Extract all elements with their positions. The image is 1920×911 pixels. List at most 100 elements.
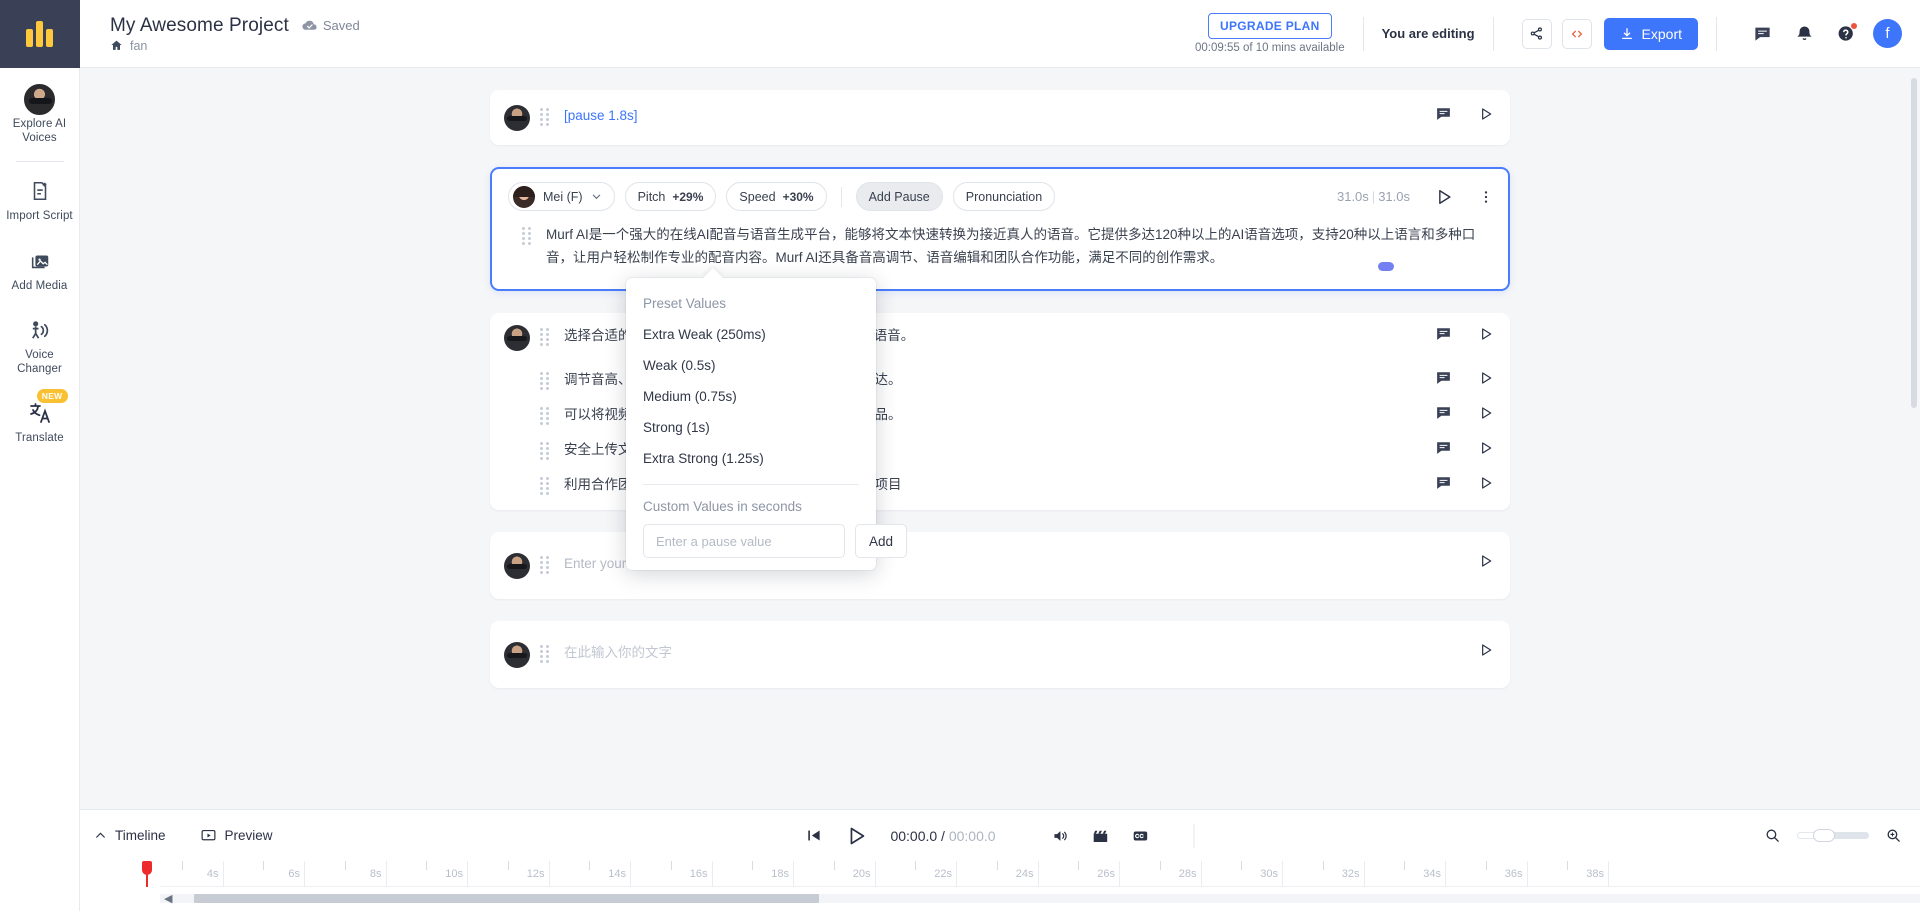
volume-icon[interactable] (1052, 827, 1070, 845)
comment-icon[interactable] (1435, 474, 1452, 491)
comment-icon[interactable] (1435, 105, 1452, 122)
ruler-tick-major (1282, 861, 1283, 887)
zoom-slider-knob[interactable] (1813, 829, 1836, 842)
playhead[interactable] (142, 861, 152, 887)
sidebar-item-label: Import Script (6, 210, 73, 222)
block-actions (1435, 439, 1494, 456)
preset-extra-strong[interactable]: Extra Strong (1.25s) (626, 443, 876, 474)
comment-icon[interactable] (1435, 404, 1452, 421)
add-pause-button[interactable]: Add Pause (855, 182, 943, 211)
preset-strong[interactable]: Strong (1s) (626, 412, 876, 443)
ruler-tick-major (548, 861, 550, 887)
pronunciation-button[interactable]: Pronunciation (952, 182, 1056, 211)
avatar[interactable] (504, 642, 530, 668)
block-text[interactable]: [pause 1.8s] (564, 104, 1425, 127)
ruler-tick-minor (1159, 861, 1161, 870)
skip-to-start-icon[interactable] (805, 827, 822, 844)
play-icon[interactable] (1478, 326, 1494, 342)
drag-handle-icon[interactable] (540, 556, 554, 574)
zoom-in-icon[interactable] (1885, 827, 1902, 844)
script-block-pause[interactable]: [pause 1.8s] (490, 90, 1510, 145)
drag-handle-icon[interactable] (540, 108, 554, 126)
preset-values-header: Preset Values (643, 296, 727, 311)
script-block-selected[interactable]: Mei (F) Pitch +29% Speed +30% Add Pause … (490, 167, 1510, 291)
drag-handle-icon[interactable] (540, 442, 554, 460)
drag-handle-icon[interactable] (540, 645, 554, 663)
block-text[interactable]: Murf AI是一个强大的在线AI配音与语音生成平台，能够将文本快速转换为接近真… (546, 223, 1492, 269)
block-body[interactable]: Murf AI是一个强大的在线AI配音与语音生成平台，能够将文本快速转换为接近真… (492, 217, 1508, 287)
add-pause-value-button[interactable]: Add (855, 524, 907, 558)
sidebar-item-import-script[interactable]: Import Script (0, 164, 80, 234)
ruler-tick-minor (833, 861, 835, 870)
play-icon[interactable] (1478, 553, 1494, 569)
sidebar-item-explore-ai-voices[interactable]: Explore AI Voices (0, 68, 80, 155)
embed-code-button[interactable] (1561, 18, 1592, 49)
timeline-ruler[interactable]: 4s 6s 8s 10s 12s 14s 16s 18s 20s 22s 24s 26s 28s 30s 3… (80, 861, 1920, 911)
download-icon (1620, 27, 1634, 41)
preview-button[interactable]: Preview (200, 827, 273, 844)
more-vertical-icon[interactable] (1478, 189, 1494, 205)
horizontal-scrollbar[interactable] (160, 894, 1920, 903)
app-logo[interactable] (0, 0, 80, 68)
notifications-button[interactable] (1789, 19, 1819, 49)
voice-selector[interactable]: Mei (F) (508, 182, 615, 211)
drag-handle-icon[interactable] (540, 407, 554, 425)
chat-button[interactable] (1747, 19, 1777, 49)
share-button[interactable] (1521, 18, 1552, 49)
voice-changer-icon (4, 315, 76, 345)
pitch-control[interactable]: Pitch +29% (624, 182, 717, 211)
play-icon[interactable] (1478, 405, 1494, 421)
block-duration: 31.0s | 31.0s (1336, 189, 1410, 204)
clapperboard-icon[interactable] (1092, 827, 1110, 845)
play-icon[interactable] (1478, 370, 1494, 386)
export-button[interactable]: Export (1603, 17, 1698, 50)
preset-medium[interactable]: Medium (0.75s) (626, 381, 876, 412)
ruler-tick-label: 24s (1015, 868, 1034, 880)
comment-icon[interactable] (1435, 325, 1452, 342)
captions-icon[interactable] (1132, 827, 1150, 845)
play-icon[interactable] (1478, 475, 1494, 491)
block-text-input[interactable]: 在此输入你的文字 (564, 641, 1468, 664)
ruler-tick-minor (670, 861, 672, 870)
pause-tag[interactable]: [pause 1.8s] (564, 108, 638, 123)
play-icon[interactable] (1434, 187, 1454, 207)
drag-handle-icon[interactable] (540, 477, 554, 495)
timeline-toggle[interactable]: Timeline (94, 828, 166, 843)
play-icon[interactable] (1478, 440, 1494, 456)
ruler-track[interactable]: 4s 6s 8s 10s 12s 14s 16s 18s 20s 22s 24s 26s 28s 30s 3… (160, 861, 1920, 887)
ruler-tick-minor (1485, 861, 1487, 870)
script-block-empty-cn[interactable]: 在此输入你的文字 (490, 621, 1510, 688)
sidebar-item-add-media[interactable]: Add Media (0, 234, 80, 304)
preset-extra-weak[interactable]: Extra Weak (250ms) (626, 319, 876, 350)
help-button[interactable] (1831, 19, 1861, 49)
upgrade-plan-button[interactable]: UPGRADE PLAN (1207, 13, 1332, 39)
editing-status: You are editing (1381, 26, 1475, 41)
plan-block: UPGRADE PLAN 00:09:55 of 10 mins availab… (1195, 13, 1345, 54)
preset-weak[interactable]: Weak (0.5s) (626, 350, 876, 381)
script-canvas: [pause 1.8s] Mei (F) Pitch +29% Speed +3… (80, 68, 1920, 809)
drag-handle-icon[interactable] (540, 372, 554, 390)
play-icon[interactable] (1478, 106, 1494, 122)
drag-handle-icon[interactable] (540, 328, 554, 346)
drag-handle-icon[interactable] (522, 227, 536, 245)
sidebar-item-voice-changer[interactable]: Voice Changer (0, 303, 80, 386)
pause-value-input[interactable] (643, 524, 845, 558)
play-icon[interactable] (844, 824, 868, 848)
comment-icon[interactable] (1435, 439, 1452, 456)
murf-logo-icon (26, 21, 53, 47)
zoom-out-icon[interactable] (1764, 827, 1781, 844)
scroll-left-arrow[interactable]: ◀ (164, 892, 172, 905)
play-icon[interactable] (1478, 642, 1494, 658)
comment-icon[interactable] (1435, 369, 1452, 386)
vertical-scrollbar[interactable] (1911, 78, 1917, 408)
speed-control[interactable]: Speed +30% (726, 182, 827, 211)
zoom-slider[interactable] (1797, 829, 1869, 842)
avatar[interactable] (504, 553, 530, 579)
avatar[interactable] (504, 325, 530, 351)
avatar[interactable] (504, 105, 530, 131)
horizontal-scrollbar-thumb[interactable] (194, 894, 819, 903)
new-badge: NEW (36, 389, 68, 403)
breadcrumb[interactable]: fan (110, 39, 360, 53)
avatar[interactable]: f (1873, 19, 1902, 48)
sidebar-item-translate[interactable]: NEW Translate (0, 386, 80, 456)
